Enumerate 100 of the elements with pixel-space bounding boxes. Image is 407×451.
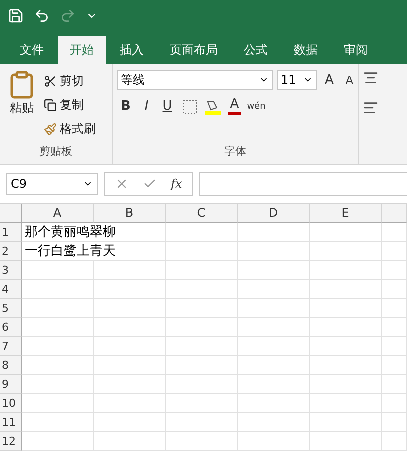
row-header[interactable]: 11 xyxy=(0,413,22,432)
table-cell xyxy=(382,413,407,432)
name-box[interactable]: C9 xyxy=(6,173,98,195)
table-cell xyxy=(94,394,166,413)
cut-icon xyxy=(44,74,57,88)
align-left-icon[interactable] xyxy=(363,100,379,116)
font-color-button[interactable]: A xyxy=(228,98,242,115)
table-cell xyxy=(22,337,94,356)
table-cell xyxy=(22,375,94,394)
table-cell xyxy=(382,223,407,242)
table-cell xyxy=(238,223,310,242)
row-header[interactable]: 10 xyxy=(0,394,22,413)
row-header[interactable]: 12 xyxy=(0,432,22,451)
row-header[interactable]: 2 xyxy=(0,242,22,261)
ribbon-tab[interactable]: 文件 xyxy=(8,36,56,64)
table-cell xyxy=(310,413,382,432)
ribbon-tab[interactable]: 开始 xyxy=(58,36,106,64)
column-header[interactable] xyxy=(382,204,407,223)
table-cell xyxy=(94,413,166,432)
row-header[interactable]: 8 xyxy=(0,356,22,375)
table-cell xyxy=(166,299,238,318)
font-name-field[interactable]: 等线 xyxy=(117,70,273,90)
bold-button[interactable]: B xyxy=(117,99,135,114)
ribbon-tab[interactable]: 页面布局 xyxy=(158,36,230,64)
borders-icon[interactable] xyxy=(182,98,198,114)
table-cell xyxy=(166,223,238,242)
row-header[interactable]: 4 xyxy=(0,280,22,299)
fill-color-icon[interactable] xyxy=(204,98,222,114)
table-cell xyxy=(166,261,238,280)
table-cell xyxy=(310,318,382,337)
table-cell xyxy=(310,394,382,413)
table-cell xyxy=(94,432,166,451)
cancel-icon[interactable] xyxy=(115,177,129,191)
row-header[interactable]: 6 xyxy=(0,318,22,337)
save-icon[interactable] xyxy=(8,8,24,24)
table-cell xyxy=(238,432,310,451)
table-cell xyxy=(238,394,310,413)
select-all-corner[interactable] xyxy=(0,204,22,223)
format-painter-button[interactable]: 格式刷 xyxy=(44,118,96,140)
table-cell xyxy=(94,299,166,318)
paste-button[interactable]: 粘贴 xyxy=(4,70,40,144)
table-cell xyxy=(166,318,238,337)
table-cell xyxy=(22,318,94,337)
table-cell xyxy=(166,356,238,375)
table-cell xyxy=(166,242,238,261)
table-cell xyxy=(238,280,310,299)
ribbon-tab[interactable]: 审阅 xyxy=(332,36,380,64)
table-cell xyxy=(382,299,407,318)
cut-button[interactable]: 剪切 xyxy=(44,70,96,92)
paintbrush-icon xyxy=(44,122,57,136)
table-cell xyxy=(94,337,166,356)
table-cell xyxy=(94,375,166,394)
group-label: 剪贴板 xyxy=(38,144,74,160)
group-label: 字体 xyxy=(224,144,248,160)
row-header[interactable]: 7 xyxy=(0,337,22,356)
copy-icon xyxy=(44,98,57,112)
redo-icon[interactable] xyxy=(60,8,76,24)
undo-icon[interactable] xyxy=(34,8,50,24)
insert-function-button[interactable]: fx xyxy=(171,177,182,191)
table-cell: 一行白鹭上青天 xyxy=(22,242,166,261)
table-cell xyxy=(166,280,238,299)
table-cell xyxy=(310,242,382,261)
italic-button[interactable]: I xyxy=(140,99,153,114)
formula-field[interactable] xyxy=(199,172,407,196)
phonetic-button[interactable]: wén xyxy=(247,102,266,112)
table-cell xyxy=(310,375,382,394)
row-header[interactable]: 1 xyxy=(0,223,22,242)
table-cell xyxy=(94,261,166,280)
table-cell xyxy=(22,261,94,280)
column-header[interactable]: A xyxy=(22,204,94,223)
ribbon-tab[interactable]: 公式 xyxy=(232,36,280,64)
table-cell xyxy=(238,261,310,280)
underline-button[interactable]: U xyxy=(158,99,176,114)
table-cell xyxy=(238,299,310,318)
column-header[interactable]: E xyxy=(310,204,382,223)
table-cell xyxy=(238,337,310,356)
ribbon-tab[interactable]: 数据 xyxy=(282,36,330,64)
copy-button[interactable]: 复制 xyxy=(44,94,96,116)
table-cell xyxy=(22,432,94,451)
table-cell xyxy=(166,337,238,356)
table-cell xyxy=(382,432,407,451)
table-cell xyxy=(166,413,238,432)
font-size-field[interactable]: 11 xyxy=(277,70,317,90)
table-cell xyxy=(310,223,382,242)
row-header[interactable]: 3 xyxy=(0,261,22,280)
table-cell xyxy=(22,394,94,413)
table-cell xyxy=(22,413,94,432)
table-cell xyxy=(382,394,407,413)
column-header[interactable]: C xyxy=(166,204,238,223)
table-cell xyxy=(238,318,310,337)
ribbon-tab[interactable]: 插入 xyxy=(108,36,156,64)
table-cell xyxy=(382,375,407,394)
row-header[interactable]: 5 xyxy=(0,299,22,318)
column-header[interactable]: D xyxy=(238,204,310,223)
align-top-icon[interactable] xyxy=(363,70,379,86)
row-header[interactable]: 9 xyxy=(0,375,22,394)
table-cell xyxy=(310,432,382,451)
grow-font-button[interactable]: A xyxy=(321,72,338,88)
column-header[interactable]: B xyxy=(94,204,166,223)
shrink-font-button[interactable]: A xyxy=(342,74,358,86)
